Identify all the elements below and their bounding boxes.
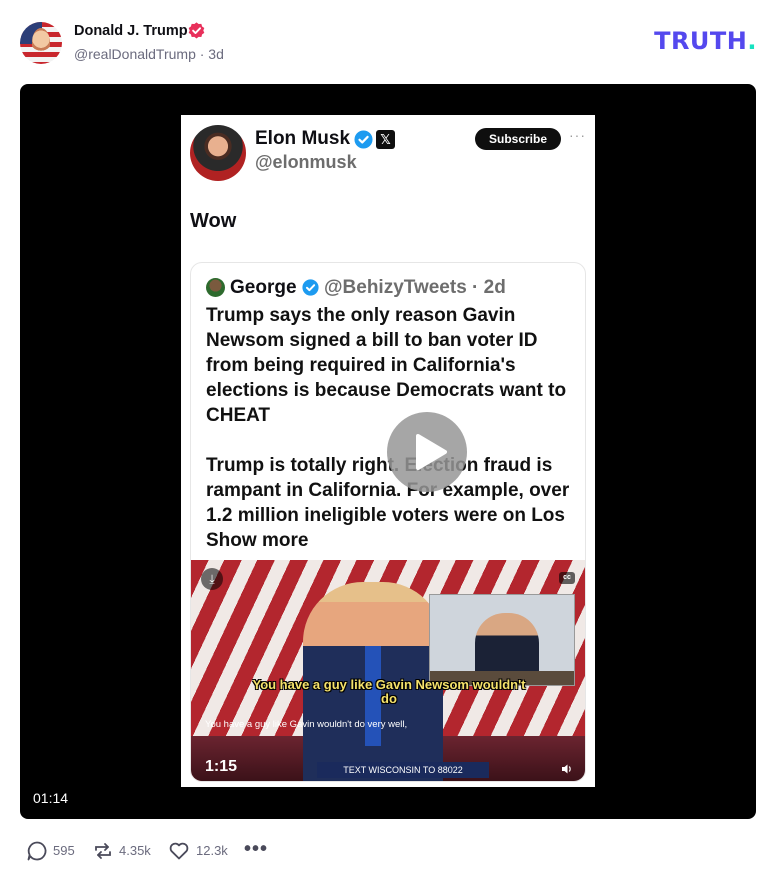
text-banner: TEXT WISCONSIN TO 88022 [317,762,489,778]
download-icon: ⤓ [201,568,223,590]
retruth-count: 4.35k [119,843,151,858]
retruth-icon [95,843,111,859]
embedded-author-avatar [190,125,246,181]
quoted-paragraph: Trump says the only reason Gavin Newsom … [206,305,567,426]
brand-logo-dot: . [747,27,757,55]
quoted-video-frame: ⤓ cc You have a guy like Gavin Newsom wo… [191,560,585,781]
author-handle[interactable]: @realDonaldTrump · 3d [74,46,224,62]
inner-video-time: 1:15 [205,758,238,775]
video-player[interactable]: Elon Musk 𝕏 @elonmusk Subscribe ··· Wow … [20,84,756,819]
embedded-post-text: Wow [190,210,237,232]
quoted-author-avatar [206,278,225,297]
embedded-verified-icon [354,130,373,149]
verified-badge-icon [188,22,205,39]
post-actions: 595 4.35k 12.3k ••• [26,838,326,862]
embedded-author-handle: @elonmusk [255,152,357,172]
more-options-icon[interactable]: ••• [244,838,268,861]
quoted-author-name: George [230,277,297,298]
like-count: 12.3k [196,843,228,858]
play-icon [416,434,447,470]
embedded-more-icon: ··· [569,127,586,143]
reply-button[interactable]: 595 [26,840,86,862]
like-button[interactable]: 12.3k [168,840,234,862]
video-caption: You have a guy like Gavin Newsom wouldn'… [252,677,526,706]
embedded-author-name: Elon Musk [255,128,351,149]
reply-count: 595 [53,843,75,858]
quoted-author-handle: @BehizyTweets · 2d [324,277,506,298]
author-name[interactable]: Donald J. Trump [74,23,188,39]
play-button[interactable] [387,412,467,492]
inset-image [429,594,575,686]
embedded-subscribe-button: Subscribe [475,128,561,150]
quoted-post: George @BehizyTweets · 2d Trump says the… [190,262,586,782]
author-avatar[interactable] [20,22,62,64]
quoted-verified-icon [302,279,319,296]
reply-icon [27,841,47,861]
volume-icon [562,764,571,774]
video-duration: 01:14 [33,790,69,806]
closed-captions-icon: cc [559,572,575,584]
brand-logo-text: TRUTH [654,27,748,55]
truth-social-logo[interactable]: TRUTH. [654,27,757,55]
heart-icon [169,842,189,860]
video-subtitle: You have a guy like Gavin wouldn't do ve… [205,719,408,730]
x-badge-icon: 𝕏 [376,130,395,149]
retruth-button[interactable]: 4.35k [92,840,158,862]
post-header: Donald J. Trump @realDonaldTrump · 3d TR… [20,20,757,66]
